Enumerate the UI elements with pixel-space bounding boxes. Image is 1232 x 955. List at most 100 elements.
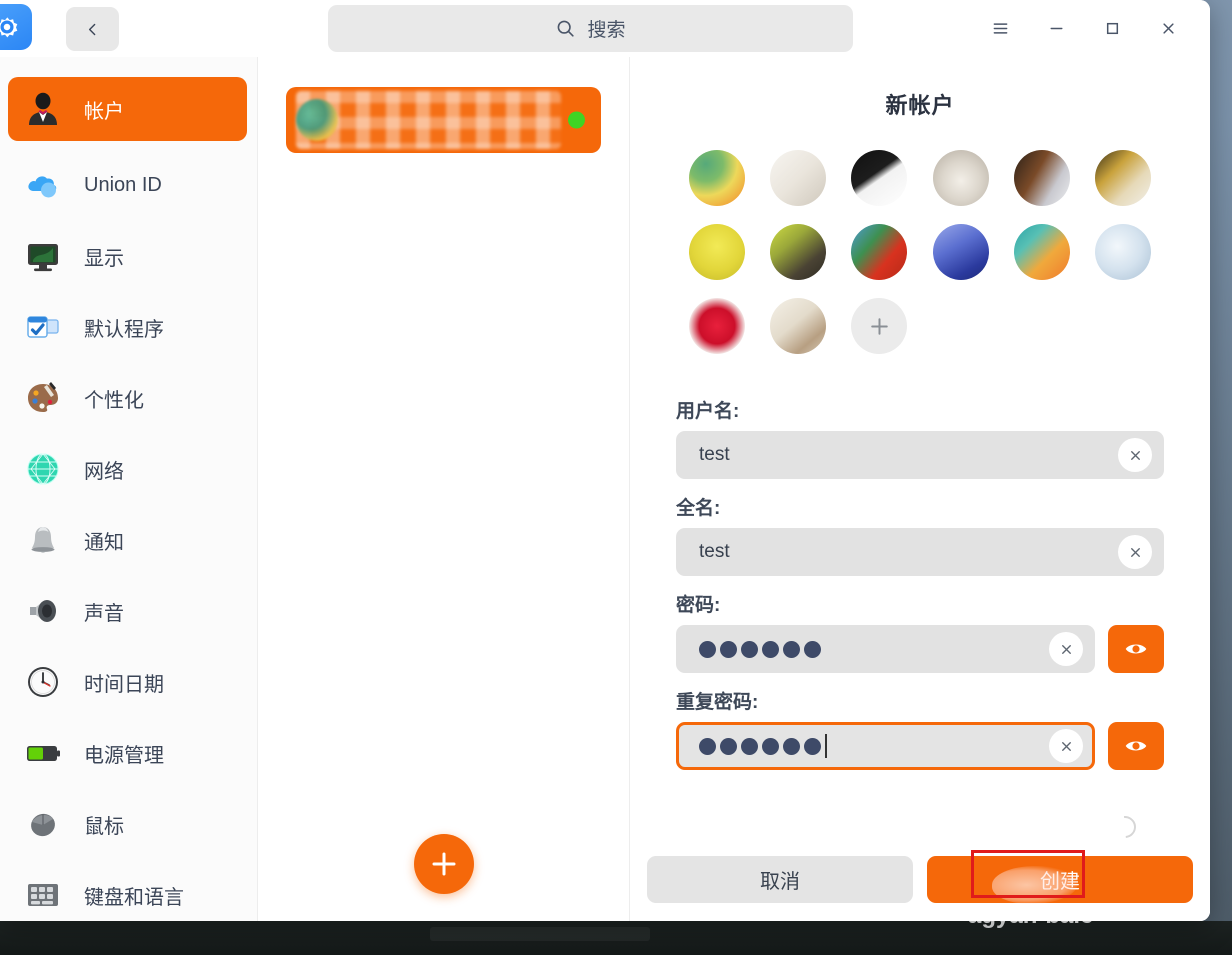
- cloud-icon: [20, 163, 66, 207]
- bell-icon: [20, 518, 66, 562]
- account-list-panel: [258, 57, 630, 921]
- field-label: 重复密码:: [676, 692, 759, 713]
- cancel-button[interactable]: 取消: [647, 856, 913, 903]
- field-label: 用户名:: [676, 401, 740, 422]
- control-center-window: 搜索 帐户 Union ID 显示 默认程序 个性化 网络 通知 声音 时间日期…: [0, 0, 1210, 921]
- page-title: 新帐户: [885, 93, 955, 118]
- title-bar: 搜索: [0, 0, 1210, 57]
- avatar-parrot[interactable]: [851, 224, 908, 280]
- sidebar-item-personalization[interactable]: 个性化: [8, 370, 247, 426]
- sidebar-item-label: 默认程序: [84, 318, 164, 341]
- sidebar-item-default-apps[interactable]: 默认程序: [8, 299, 247, 355]
- sidebar-item-display[interactable]: 显示: [8, 228, 247, 284]
- sidebar-item-accounts[interactable]: 帐户: [8, 77, 247, 141]
- avatar-beige-interior[interactable]: [769, 298, 826, 354]
- field-label: 全名:: [676, 498, 721, 519]
- globe-network-icon: [20, 447, 66, 491]
- search-icon: [558, 20, 575, 37]
- account-person-icon: [20, 87, 66, 131]
- window-controls: [972, 0, 1196, 57]
- default-apps-icon: [20, 305, 66, 349]
- avatar-raspberry[interactable]: [688, 298, 745, 354]
- sidebar-item-label: 帐户: [84, 100, 124, 123]
- close-button[interactable]: [1140, 0, 1196, 57]
- avatar-picker-grid: [676, 150, 1164, 354]
- sidebar-item-mouse[interactable]: 鼠标: [8, 796, 247, 852]
- sidebar-item-datetime[interactable]: 时间日期: [8, 654, 247, 710]
- plus-icon: [871, 317, 888, 335]
- close-icon: [1162, 23, 1174, 34]
- field-fullname: 全名: test: [676, 493, 1164, 576]
- mouse-icon: [20, 802, 66, 846]
- avatar-kitten[interactable]: [932, 150, 989, 206]
- sidebar-item-label: 声音: [84, 602, 124, 625]
- close-icon: [1061, 644, 1071, 654]
- sidebar-item-keyboard-language[interactable]: 键盘和语言: [8, 867, 247, 921]
- search-placeholder: 搜索: [587, 20, 626, 41]
- hamburger-menu-button[interactable]: [972, 0, 1028, 57]
- eye-icon: [1125, 644, 1147, 654]
- minimize-icon: [1050, 27, 1062, 30]
- avatar-horse[interactable]: [1013, 150, 1070, 206]
- avatar-leopard[interactable]: [1095, 150, 1152, 206]
- speaker-icon: [20, 589, 66, 633]
- field-label: 密码:: [676, 595, 721, 616]
- sidebar-item-label: 个性化: [84, 389, 144, 412]
- toggle-password-visibility-button[interactable]: [1108, 625, 1164, 673]
- fullname-input[interactable]: test: [676, 528, 1164, 576]
- field-row: [676, 625, 1164, 673]
- field-username: 用户名: test: [676, 396, 1164, 479]
- password-masked-value: [699, 640, 821, 658]
- plus-icon: [432, 852, 455, 876]
- avatar-piano-keys[interactable]: [851, 150, 908, 206]
- sidebar-item-network[interactable]: 网络: [8, 441, 247, 497]
- close-icon: [1061, 741, 1071, 751]
- search-input[interactable]: 搜索: [328, 5, 853, 52]
- sidebar-item-label: 键盘和语言: [84, 886, 184, 909]
- clear-repeat-password-button[interactable]: [1049, 729, 1083, 763]
- avatar-ladybug[interactable]: [688, 224, 745, 280]
- text-cursor: [825, 734, 827, 758]
- sidebar: 帐户 Union ID 显示 默认程序 个性化 网络 通知 声音 时间日期 电源…: [0, 57, 258, 921]
- maximize-icon: [1106, 22, 1118, 35]
- account-card-current[interactable]: [286, 87, 601, 153]
- avatar-butterfly[interactable]: [769, 224, 826, 280]
- clear-fullname-button[interactable]: [1118, 535, 1152, 569]
- close-icon: [1130, 450, 1140, 460]
- sidebar-item-label: 通知: [84, 531, 124, 554]
- avatar-hot-air-balloon[interactable]: [932, 224, 989, 280]
- maximize-button[interactable]: [1084, 0, 1140, 57]
- field-row: test: [676, 528, 1164, 576]
- sidebar-item-power[interactable]: 电源管理: [8, 725, 247, 781]
- field-row: [676, 722, 1164, 770]
- repeat-password-input[interactable]: [676, 722, 1095, 770]
- avatar-tulip-flower[interactable]: [688, 150, 745, 206]
- field-row: test: [676, 431, 1164, 479]
- add-account-button[interactable]: [413, 834, 474, 894]
- create-button[interactable]: 创建: [927, 856, 1193, 903]
- window-body: 帐户 Union ID 显示 默认程序 个性化 网络 通知 声音 时间日期 电源…: [0, 57, 1210, 921]
- sidebar-item-label: Union ID: [84, 173, 162, 196]
- field-repeat-password: 重复密码:: [676, 687, 1164, 770]
- sidebar-item-union-id[interactable]: Union ID: [8, 157, 247, 213]
- sidebar-item-sound[interactable]: 声音: [8, 583, 247, 639]
- avatar-white-sketch[interactable]: [769, 150, 826, 206]
- status-badge: [568, 111, 585, 129]
- back-button[interactable]: [66, 7, 119, 51]
- avatar-balloons[interactable]: [1013, 224, 1070, 280]
- sidebar-item-notifications[interactable]: 通知: [8, 512, 247, 568]
- new-account-form-panel: 新帐户 用户名: test 全名: test 密码: 重复密码: 取消 创建: [630, 57, 1210, 921]
- username-input[interactable]: test: [676, 431, 1164, 479]
- repeat-password-masked-value: [699, 737, 821, 755]
- toggle-repeat-password-visibility-button[interactable]: [1108, 722, 1164, 770]
- clear-username-button[interactable]: [1118, 438, 1152, 472]
- minimize-button[interactable]: [1028, 0, 1084, 57]
- field-password: 密码:: [676, 590, 1164, 673]
- add-avatar-button[interactable]: [851, 298, 908, 354]
- sidebar-item-label: 鼠标: [84, 815, 124, 838]
- password-input[interactable]: [676, 625, 1095, 673]
- clear-password-button[interactable]: [1049, 632, 1083, 666]
- fullname-value: test: [699, 541, 730, 562]
- avatar-dragonfly[interactable]: [1095, 224, 1152, 280]
- palette-icon: [20, 376, 66, 420]
